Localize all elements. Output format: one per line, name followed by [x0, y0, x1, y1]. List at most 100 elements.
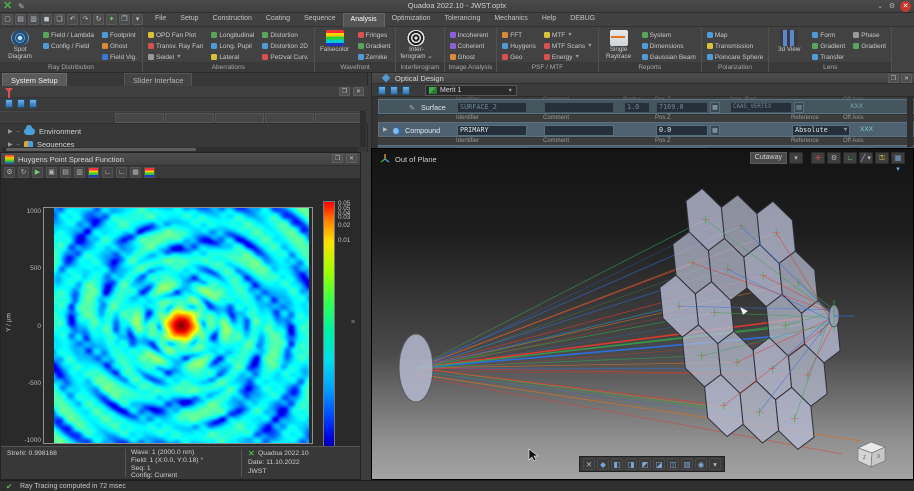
navigation-cube[interactable]: Z X	[852, 436, 892, 472]
expression-icon[interactable]: ▦	[710, 102, 720, 113]
key-icon[interactable]: ⚿	[875, 152, 889, 164]
psf-heatmap[interactable]	[54, 208, 309, 443]
optical-design-titlebar[interactable]: Optical Design ❐ ✕	[372, 73, 914, 84]
comment-field[interactable]	[544, 102, 614, 113]
axis-corner-icon[interactable]: ∟	[102, 167, 113, 178]
opd-fan-plot-button[interactable]: OPD Fan Plot	[146, 30, 205, 40]
config-field-button[interactable]: Config / Field	[41, 41, 96, 51]
chevron-down-icon[interactable]: ⌄	[874, 1, 886, 12]
pos-z-field[interactable]: 7169.0	[656, 102, 708, 113]
open-recent-icon[interactable]: ▥	[28, 14, 39, 25]
gradient-button[interactable]: Gradient	[810, 41, 847, 51]
collapse-icon[interactable]	[402, 86, 410, 95]
export-icon[interactable]: ▥	[74, 167, 85, 178]
grid-icon[interactable]: ▦	[130, 167, 141, 178]
cutaway-dropdown[interactable]: ▾	[789, 152, 803, 164]
off-axis-value[interactable]: XXX	[850, 103, 863, 110]
folder-icon[interactable]: ▤	[794, 102, 804, 113]
filter-icon[interactable]	[5, 88, 13, 93]
axis-corner2-icon[interactable]: ∟	[116, 167, 127, 178]
shading-icon[interactable]: ▦ ▾	[891, 152, 905, 164]
aperture-field[interactable]: CAAS_VERTEX	[730, 102, 792, 113]
close-panel-icon[interactable]: ✕	[346, 154, 357, 163]
incoherent-button[interactable]: Incoherent	[448, 30, 491, 40]
ghost-button[interactable]: Ghost	[448, 52, 491, 62]
view-left-icon[interactable]: ◩	[639, 458, 651, 470]
menu-tab-construction[interactable]: Construction	[206, 13, 259, 27]
close-button[interactable]: ✕	[900, 1, 911, 12]
gradient-button[interactable]: Gradient	[356, 41, 393, 51]
refresh-icon[interactable]: ↻	[18, 167, 29, 178]
float-panel-icon[interactable]: ❐	[888, 74, 899, 83]
open-icon[interactable]: ▤	[15, 14, 26, 25]
map-button[interactable]: Map	[705, 30, 765, 40]
transmission-button[interactable]: Transmission	[705, 41, 765, 51]
identifier-field[interactable]: SURFACE_2	[457, 102, 527, 113]
lock-icon[interactable]: ▣	[46, 167, 57, 178]
ruler-icon[interactable]: ∟	[843, 152, 857, 164]
view-bottom-icon[interactable]: ◨	[625, 458, 637, 470]
tab-slider-interface[interactable]: Slider Interface	[124, 73, 192, 86]
longitudinal-button[interactable]: Longitudinal	[209, 30, 256, 40]
gear-icon[interactable]: ⚙	[886, 1, 898, 12]
view-custom-icon[interactable]: ◉	[695, 458, 707, 470]
menu-tab-optimization[interactable]: Optimization	[385, 13, 438, 27]
colormap-icon[interactable]	[88, 167, 99, 178]
seidel-button[interactable]: Seidel▼	[146, 52, 205, 62]
layers-icon[interactable]	[144, 167, 155, 178]
distortion-2d-button[interactable]: Distortion 2D	[260, 41, 310, 51]
petzval-curv-button[interactable]: Petzval Curv.	[260, 52, 310, 62]
form-button[interactable]: Form	[810, 30, 847, 40]
single-raytrace-button[interactable]: Single Raytrace	[602, 29, 636, 60]
gradient-button[interactable]: Gradient	[851, 41, 888, 51]
view-back-icon[interactable]: ▧	[681, 458, 693, 470]
folder-icon[interactable]: ▤	[60, 167, 71, 178]
tree-item-environment[interactable]: ▶ – Environment	[0, 125, 355, 138]
fringes-button[interactable]: Fringes	[356, 30, 393, 40]
axes-icon[interactable]: ✛	[811, 152, 825, 164]
ray-style-icon[interactable]: ╱ ▾	[859, 152, 873, 164]
tab-system-setup[interactable]: System Setup	[2, 73, 67, 86]
pointer-icon[interactable]: ▶	[32, 167, 43, 178]
close-panel-icon[interactable]: ✕	[901, 74, 912, 83]
3d-view-button[interactable]: 3d View	[772, 29, 806, 54]
table-row-compound-primary[interactable]: ▶ Compound PRIMARY 0.0 ▦ Absolute▼ XXX	[378, 122, 914, 137]
gaussian-beam-button[interactable]: Gaussian Beam	[640, 52, 698, 62]
add-icon[interactable]	[378, 86, 386, 95]
add-icon[interactable]	[5, 99, 13, 108]
mtf-scans-button[interactable]: MTF Scans▼	[542, 41, 595, 51]
save-icon[interactable]: ◼	[41, 14, 52, 25]
collapse-icon[interactable]	[29, 99, 37, 108]
color-theme-icon[interactable]: ✦	[106, 14, 117, 25]
view-top-icon[interactable]: ◧	[611, 458, 623, 470]
expander-icon[interactable]: ▶	[8, 128, 13, 135]
identifier-field[interactable]: PRIMARY	[457, 125, 527, 136]
expand-icon[interactable]	[17, 99, 25, 108]
panel-grip-icon[interactable]: ≡	[351, 319, 355, 326]
menu-tab-debug[interactable]: DEBUG	[563, 13, 602, 27]
table-row-surface-top[interactable]: ✎ Surface SURFACE_2 1.0 7169.0 ▦ CAAS_VE…	[378, 99, 914, 114]
energy-button[interactable]: Energy▼	[542, 52, 595, 62]
field-lambda-button[interactable]: Field / Lambda	[41, 30, 96, 40]
menu-tab-setup[interactable]: Setup	[173, 13, 205, 27]
sync-icon[interactable]: ↻	[93, 14, 104, 25]
more-icon[interactable]: ▾	[132, 14, 143, 25]
settings-icon[interactable]: ⚙	[4, 167, 15, 178]
spot-diagram-button[interactable]: Spot Diagram	[3, 29, 37, 60]
expander-icon[interactable]: ▶	[383, 126, 388, 133]
vertical-scrollbar[interactable]	[907, 97, 913, 147]
menu-tab-coating[interactable]: Coating	[259, 13, 297, 27]
falsecolor-button[interactable]: Falsecolor	[318, 29, 352, 54]
undo-icon[interactable]: ↶	[67, 14, 78, 25]
footprint-button[interactable]: Footprint	[100, 30, 139, 40]
transv-ray-fan-button[interactable]: Transv. Ray Fan	[146, 41, 205, 51]
zernike-button[interactable]: Zernike	[356, 52, 393, 62]
field-vig-button[interactable]: Field Vig.	[100, 52, 139, 62]
huygens-button[interactable]: Huygens	[500, 41, 538, 51]
lateral-button[interactable]: Lateral	[209, 52, 256, 62]
save-all-icon[interactable]: ❏	[54, 14, 65, 25]
float-panel-icon[interactable]: ❐	[339, 87, 350, 96]
menu-tab-mechanics[interactable]: Mechanics	[487, 13, 534, 27]
radius-field[interactable]: 1.0	[624, 102, 650, 113]
inter-ferogram-button[interactable]: Inter-ferogram ⌄	[399, 29, 433, 60]
